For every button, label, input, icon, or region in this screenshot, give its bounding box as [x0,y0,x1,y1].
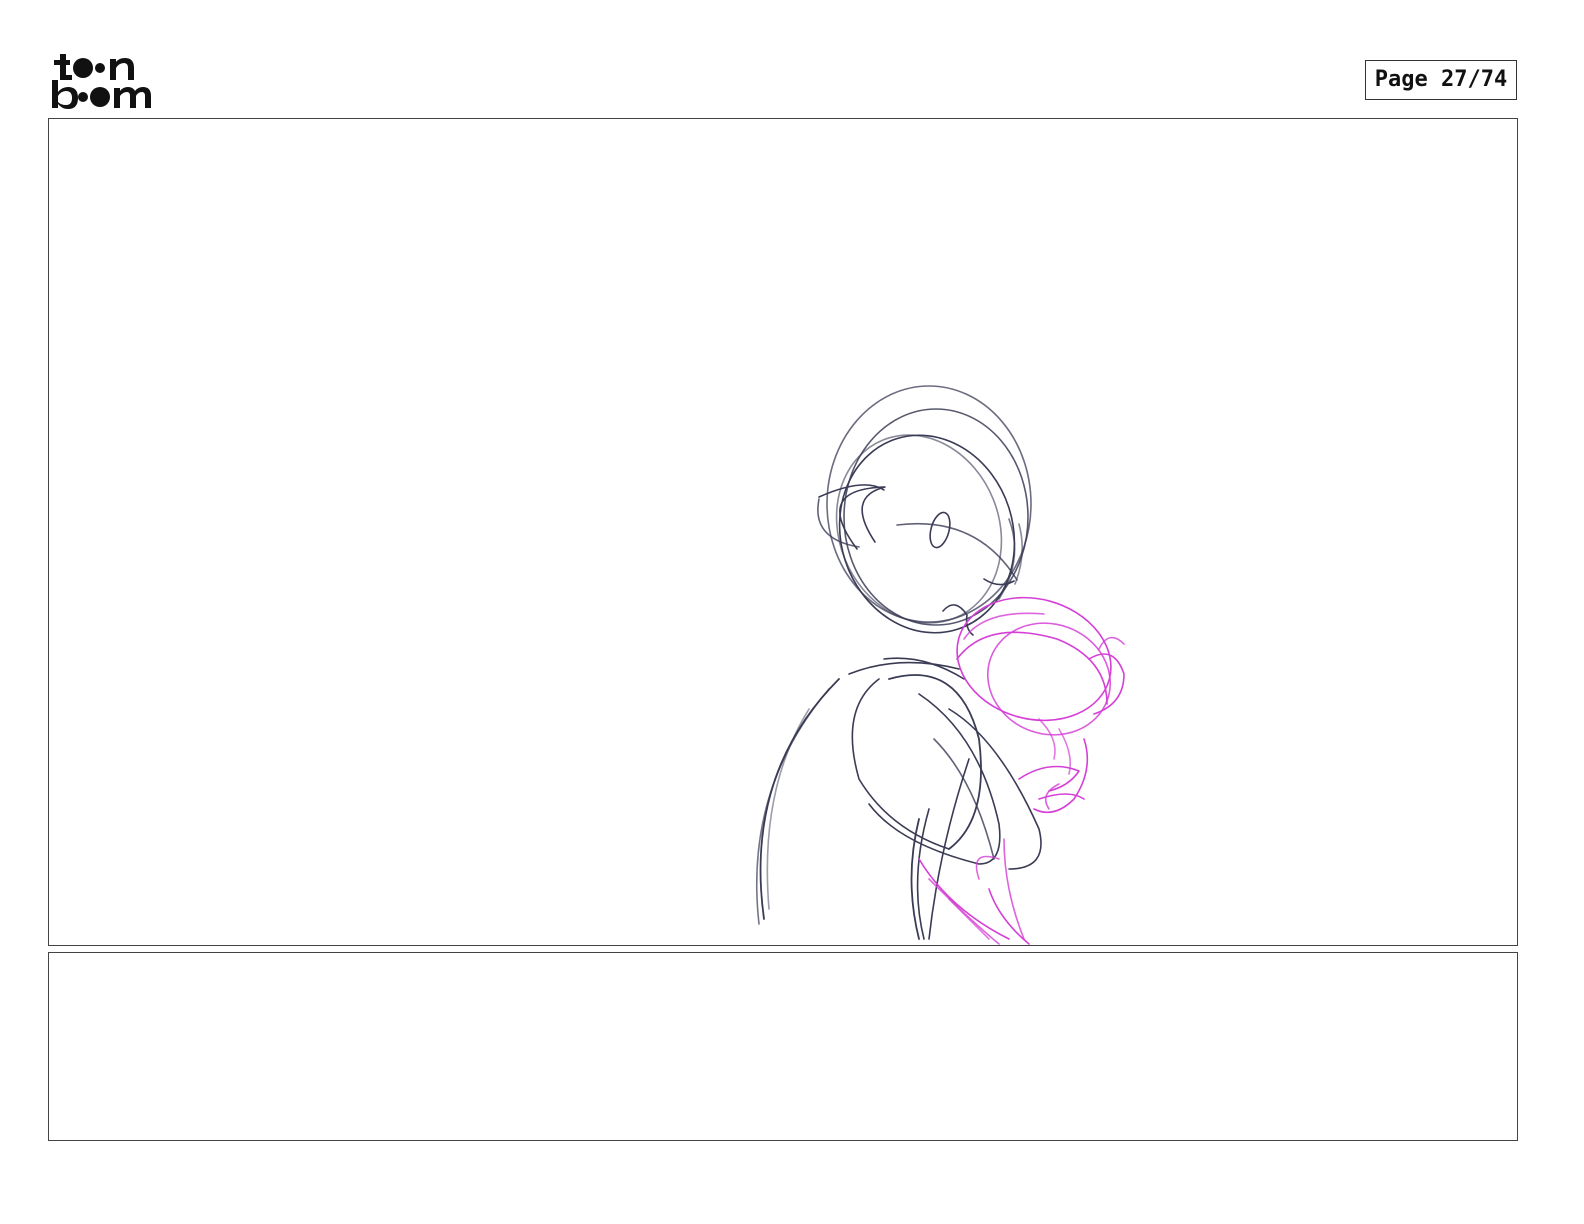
page-indicator: Page 27/74 [1365,60,1517,100]
logo-mark [52,54,151,109]
panel-notes-area[interactable] [48,952,1518,1141]
toonboom-logo [50,50,166,112]
panel-sketch [756,385,1125,945]
character-sketch [756,385,1042,940]
storyboard-panel [48,118,1518,946]
secondary-figure-sketch [918,596,1125,945]
